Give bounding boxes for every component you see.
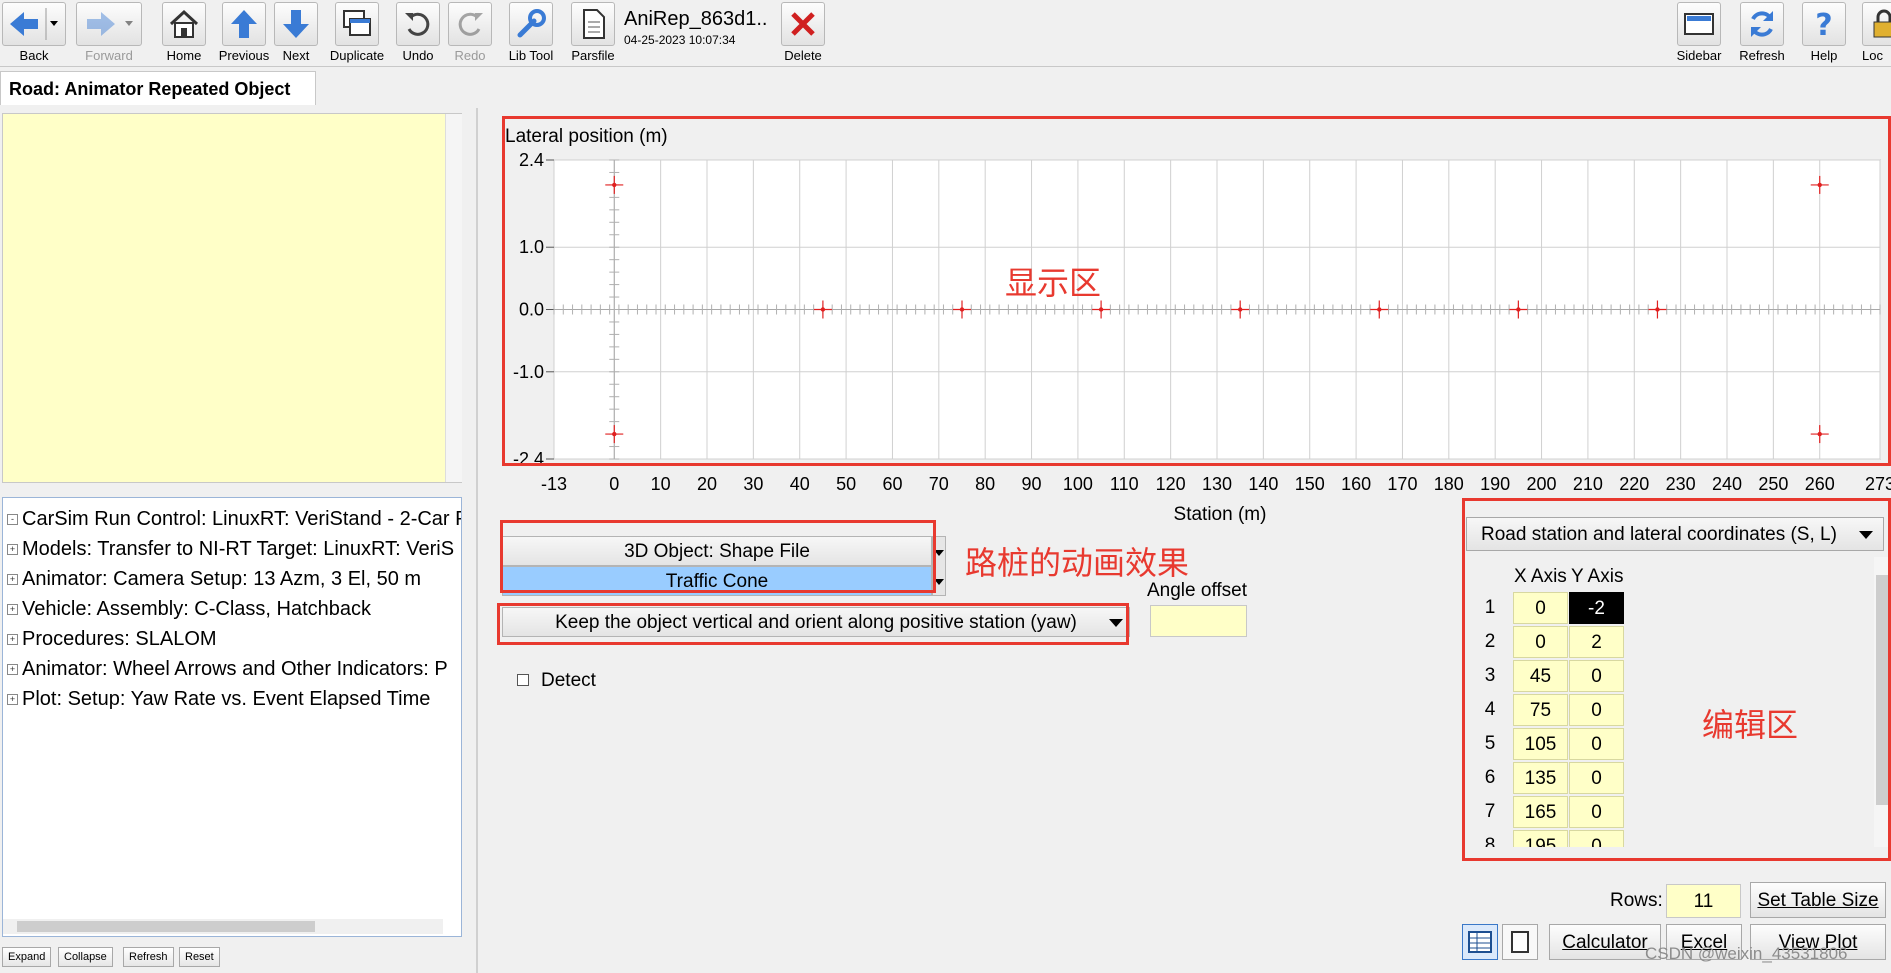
watermark: CSDN @weixin_43531806 <box>1645 944 1848 963</box>
collapse-button[interactable]: Collapse <box>58 947 113 967</box>
table-icon <box>1468 931 1492 953</box>
scrollbar-thumb[interactable] <box>17 921 315 932</box>
expand-button[interactable]: Expand <box>2 947 52 967</box>
table-view-button[interactable] <box>1462 924 1498 960</box>
tree-refresh-button[interactable]: Refresh <box>123 947 174 967</box>
rows-label: Rows: <box>1610 890 1663 911</box>
set-table-size-button[interactable]: Set Table Size <box>1750 882 1886 918</box>
edit-area-annotation: 编辑区 <box>1702 706 1799 744</box>
edit-area-highlight <box>1462 498 1891 861</box>
tree-horizontal-scrollbar[interactable] <box>3 919 443 934</box>
reset-button[interactable]: Reset <box>179 947 220 967</box>
page-icon <box>1511 931 1529 953</box>
text-view-button[interactable] <box>1502 924 1538 960</box>
rows-input[interactable]: 11 <box>1666 884 1741 918</box>
